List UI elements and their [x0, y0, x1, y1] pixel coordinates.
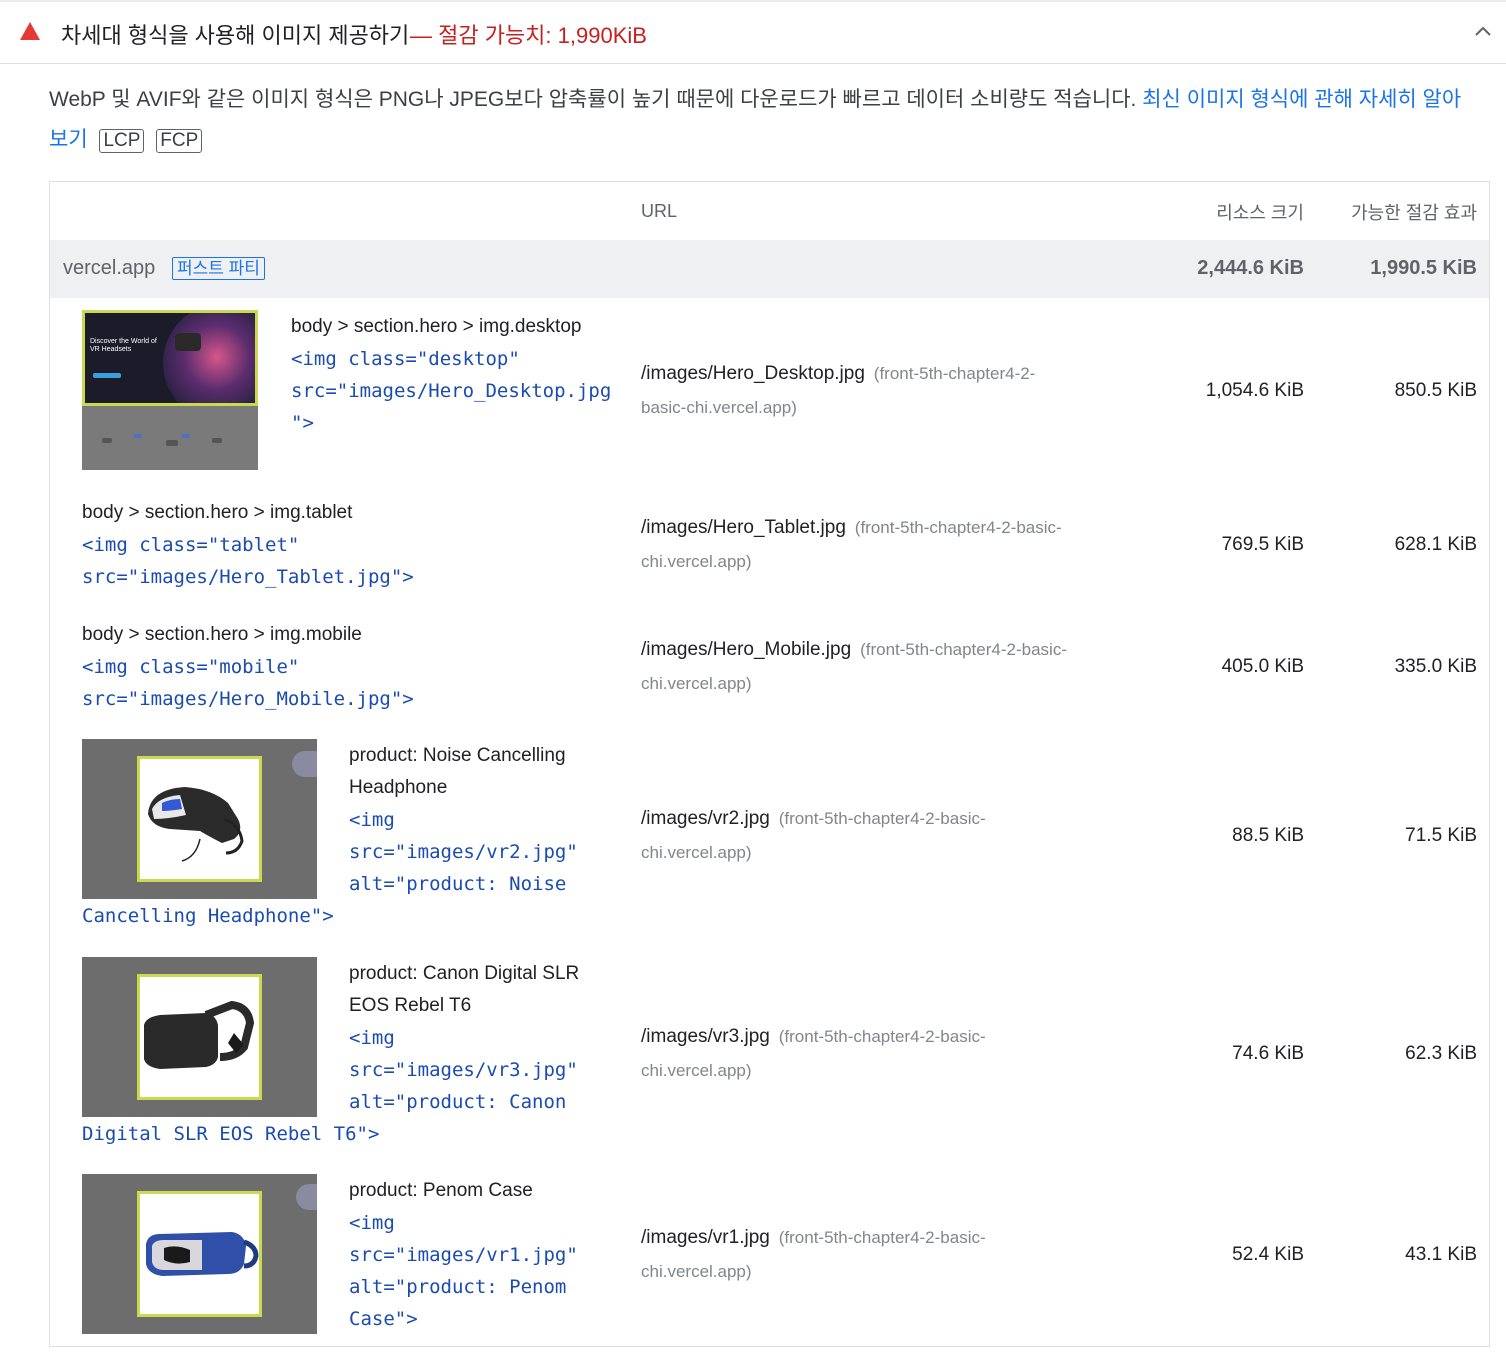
vr-headset-icon: [144, 1000, 255, 1069]
audit-savings: — 절감 가능치: 1,990KiB: [410, 23, 647, 48]
resource-host: (front-5th-chapter4-2-basic-: [854, 518, 1062, 537]
node-code-line: src="images/Hero_Mobile.jpg">: [82, 688, 414, 710]
resource-size: 88.5 KiB: [1232, 825, 1304, 846]
resource-host: (front-5th-chapter4-2-: [873, 364, 1036, 383]
node-selector: body > section.hero > img.tablet: [82, 502, 353, 523]
node-code-line: src="images/vr2.jpg": [349, 841, 578, 863]
resource-host-cont: basic-chi.vercel.app): [641, 398, 797, 417]
node-selector-cont: EOS Rebel T6: [349, 995, 472, 1016]
node-code-line: alt="product: Penom: [349, 1276, 567, 1298]
resource-size: 52.4 KiB: [1232, 1244, 1304, 1265]
node-selector: product: Noise Cancelling: [349, 745, 566, 766]
node-code-line: src="images/Hero_Desktop.jpg: [291, 380, 612, 402]
savings-value: 71.5 KiB: [1405, 825, 1477, 846]
node-code-line: <img class="mobile": [82, 656, 300, 678]
audit-header[interactable]: 차세대 형식을 사용해 이미지 제공하기 — 절감 가능치: 1,990KiB: [0, 0, 1506, 64]
hero-desktop-thumbnail: Discover the World of VR Headsets: [82, 310, 258, 470]
resource-size: 769.5 KiB: [1221, 534, 1304, 555]
audit-description: WebP 및 AVIF와 같은 이미지 형식은 PNG나 JPEG보다 압축률이…: [49, 80, 1489, 160]
resource-url-cell[interactable]: /images/vr1.jpg (front-5th-chapter4-2-ba…: [641, 1227, 986, 1249]
group-name: vercel.app: [63, 257, 156, 279]
audit-title: 차세대 형식을 사용해 이미지 제공하기: [61, 23, 410, 48]
column-header-savings: 가능한 절감 효과: [1351, 203, 1477, 223]
node-code-line: src="images/Hero_Tablet.jpg">: [82, 566, 414, 588]
resource-url[interactable]: /images/vr2.jpg: [641, 808, 770, 829]
node-code-line: src="images/vr1.jpg": [349, 1244, 578, 1266]
group-savings: 1,990.5 KiB: [1370, 257, 1477, 279]
metric-tag-fcp: FCP: [156, 129, 203, 153]
resource-host: (front-5th-chapter4-2-basic-: [778, 1027, 986, 1046]
resource-host-cont: chi.vercel.app): [641, 843, 752, 862]
node-code-line: ">: [291, 412, 314, 434]
description-text: WebP 및 AVIF와 같은 이미지 형식은 PNG나 JPEG보다 압축률이…: [49, 88, 1137, 111]
node-code-line: Cancelling Headphone">: [82, 905, 334, 927]
node-code-line: <img: [349, 1027, 395, 1049]
resource-url-cell[interactable]: /images/Hero_Tablet.jpg (front-5th-chapt…: [641, 517, 1062, 539]
node-selector: product: Canon Digital SLR: [349, 963, 580, 984]
resource-size: 1,054.6 KiB: [1205, 380, 1304, 401]
node-code-line: Digital SLR EOS Rebel T6">: [82, 1123, 380, 1145]
resource-host-cont: chi.vercel.app): [641, 1262, 752, 1281]
product-vr1-thumbnail: [82, 1174, 317, 1334]
resource-host: (front-5th-chapter4-2-basic-: [778, 1228, 986, 1247]
resource-url[interactable]: /images/Hero_Mobile.jpg: [641, 639, 851, 660]
chevron-up-icon[interactable]: [1470, 20, 1496, 44]
resource-host-cont: chi.vercel.app): [641, 552, 752, 571]
node-code-line: src="images/vr3.jpg": [349, 1059, 578, 1081]
vr-headset-icon: [146, 1232, 259, 1276]
node-code-line: <img: [349, 1212, 395, 1234]
node-selector: body > section.hero > img.mobile: [82, 624, 362, 645]
resource-host: (front-5th-chapter4-2-basic-: [860, 640, 1067, 659]
resource-host: (front-5th-chapter4-2-basic-: [778, 809, 986, 828]
resource-url[interactable]: /images/Hero_Tablet.jpg: [641, 517, 846, 538]
resource-url[interactable]: /images/Hero_Desktop.jpg: [641, 363, 865, 384]
resource-url-cell[interactable]: /images/Hero_Desktop.jpg (front-5th-chap…: [641, 363, 1035, 385]
savings-value: 628.1 KiB: [1394, 534, 1477, 555]
group-row: vercel.app 퍼스트 파티 2,444.6 KiB 1,990.5 Ki…: [50, 240, 1489, 298]
resource-url[interactable]: /images/vr3.jpg: [641, 1026, 770, 1047]
warning-triangle-icon: [20, 22, 40, 40]
resource-host-cont: chi.vercel.app): [641, 1061, 752, 1080]
resource-size: 405.0 KiB: [1221, 656, 1304, 677]
node-code-line: alt="product: Noise: [349, 873, 567, 895]
node-code-line: <img: [349, 809, 395, 831]
resource-url-cell[interactable]: /images/Hero_Mobile.jpg (front-5th-chapt…: [641, 639, 1067, 661]
first-party-badge: 퍼스트 파티: [172, 257, 265, 280]
savings-value: 62.3 KiB: [1405, 1043, 1477, 1064]
hero-desktop-thumb-text: Discover the World of VR Headsets: [90, 338, 157, 353]
details-table: URL 리소스 크기 가능한 절감 효과 vercel.app 퍼스트 파티 2…: [49, 181, 1490, 1347]
resource-url-cell[interactable]: /images/vr3.jpg (front-5th-chapter4-2-ba…: [641, 1026, 986, 1048]
product-vr2-thumbnail: [82, 739, 317, 899]
resource-url-cell[interactable]: /images/vr2.jpg (front-5th-chapter4-2-ba…: [641, 808, 986, 830]
column-header-resource-size: 리소스 크기: [1216, 203, 1304, 223]
vr-headset-icon: [148, 787, 244, 862]
node-selector: body > section.hero > img.desktop: [291, 316, 582, 337]
resource-host-cont: chi.vercel.app): [641, 674, 752, 693]
product-vr3-thumbnail: [82, 957, 317, 1117]
metric-tag-lcp: LCP: [99, 129, 145, 153]
node-selector: product: Penom Case: [349, 1180, 533, 1201]
savings-value: 335.0 KiB: [1394, 656, 1477, 677]
group-resource-size: 2,444.6 KiB: [1197, 257, 1304, 279]
savings-value: 850.5 KiB: [1394, 380, 1477, 401]
node-code-line: <img class="tablet": [82, 534, 300, 556]
savings-value: 43.1 KiB: [1405, 1244, 1477, 1265]
resource-size: 74.6 KiB: [1232, 1043, 1304, 1064]
node-code-line: Case">: [349, 1308, 418, 1330]
resource-url[interactable]: /images/vr1.jpg: [641, 1227, 770, 1248]
node-code-line: <img class="desktop": [291, 348, 520, 370]
column-header-url: URL: [641, 201, 678, 221]
node-selector-cont: Headphone: [349, 777, 448, 798]
node-code-line: alt="product: Canon: [349, 1091, 567, 1113]
